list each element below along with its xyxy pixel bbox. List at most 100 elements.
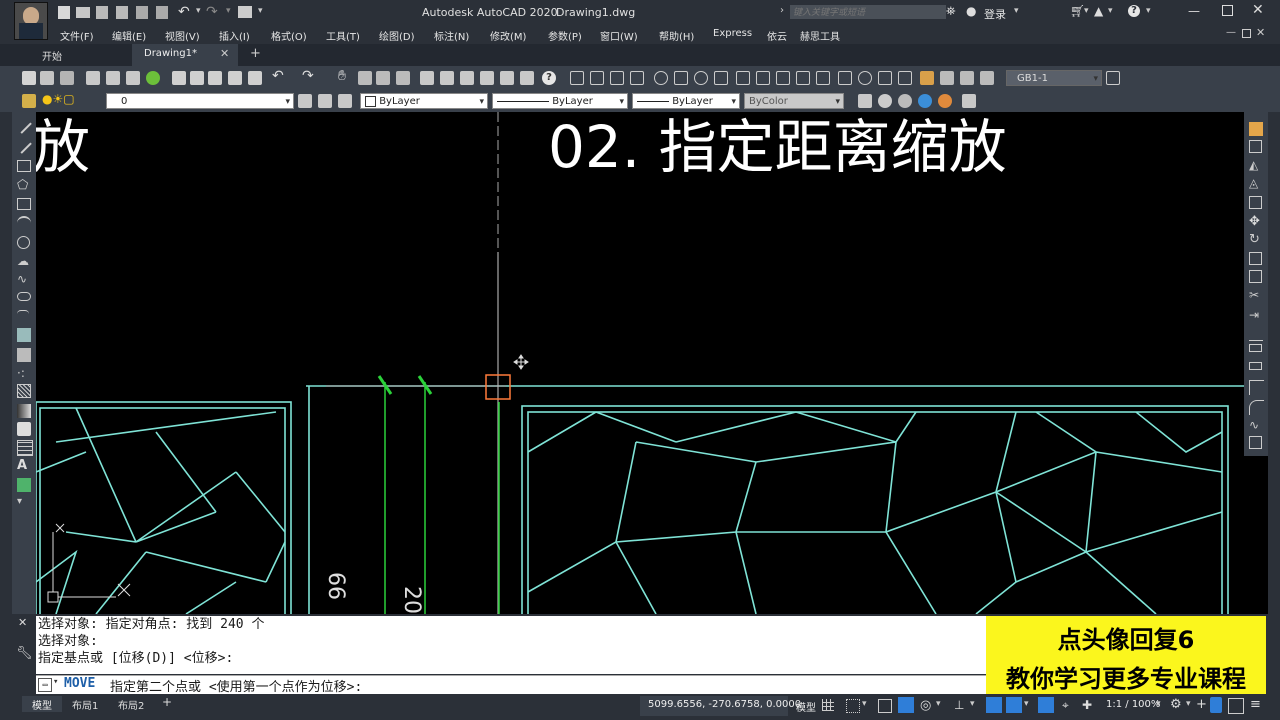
make-current-layer-icon[interactable] — [298, 94, 312, 108]
menu-tools[interactable]: 工具(T) — [326, 28, 360, 43]
trim-icon[interactable]: ✂︎ — [1249, 288, 1263, 302]
quick-dim-icon[interactable] — [736, 71, 750, 85]
dim-edit-icon[interactable] — [920, 71, 934, 85]
aligned-dim-icon[interactable] — [590, 71, 604, 85]
render-environment-icon[interactable] — [938, 94, 952, 108]
block-editor-icon[interactable] — [248, 71, 262, 85]
point-icon[interactable]: ·: — [17, 366, 31, 380]
customize-menu-icon[interactable]: ≡ — [1250, 697, 1261, 712]
spline-icon[interactable]: ∿ — [17, 272, 31, 286]
break-at-point-icon[interactable] — [1249, 326, 1263, 341]
mirror-icon[interactable]: ◭ — [1249, 158, 1263, 172]
tab-layout1[interactable]: 布局1 — [72, 697, 98, 712]
help-dropdown-icon[interactable]: ▾ — [1146, 6, 1151, 16]
multiline-text-icon[interactable]: A — [17, 458, 31, 473]
hardware-accel-icon[interactable] — [1210, 697, 1222, 713]
region-icon[interactable] — [17, 422, 31, 436]
exchange-icon[interactable]: ▲ — [1094, 4, 1103, 18]
infer-constraints-icon[interactable] — [878, 699, 892, 713]
lineweight-dropdown[interactable]: ByLayer — [632, 93, 740, 110]
export-icon[interactable] — [136, 6, 148, 19]
menu-yiyun[interactable]: 依云 — [767, 28, 787, 43]
doc-restore-icon[interactable] — [1242, 29, 1251, 38]
center-mark-icon[interactable] — [858, 71, 872, 85]
cut-icon[interactable] — [172, 71, 186, 85]
offset-icon[interactable]: ◬ — [1249, 176, 1263, 190]
plotstyle-dropdown[interactable]: ByColor — [744, 93, 844, 110]
lineweight-icon[interactable] — [1038, 697, 1054, 713]
polygon-icon[interactable]: ⬠ — [17, 178, 31, 193]
add-selected-icon[interactable] — [17, 478, 31, 492]
annotation-monitor-icon[interactable]: ✚ — [1082, 698, 1092, 712]
command-close-icon[interactable]: ✕ — [18, 616, 27, 629]
radius-dim-icon[interactable] — [654, 71, 668, 85]
command-prompt-icon[interactable]: ▭ — [38, 678, 52, 692]
menu-express[interactable]: Express — [713, 28, 752, 39]
materials-icon[interactable] — [878, 94, 892, 108]
linear-dim-icon[interactable] — [570, 71, 584, 85]
sphere-icon[interactable] — [918, 94, 932, 108]
angular-dim-icon[interactable] — [714, 71, 728, 85]
markup-icon[interactable] — [500, 71, 514, 85]
chamfer-icon[interactable] — [1249, 380, 1264, 395]
binoculars-icon[interactable]: ⛯ — [946, 4, 956, 19]
tab-model[interactable]: 模型 — [22, 696, 62, 712]
tab-close-icon[interactable]: ✕ — [220, 47, 229, 60]
undo-dropdown-icon[interactable]: ▾ — [196, 6, 201, 16]
lights-icon[interactable] — [898, 94, 912, 108]
help-icon[interactable]: ? — [1128, 5, 1140, 17]
extend-icon[interactable]: ⇥ — [1249, 308, 1263, 322]
publish-icon[interactable] — [126, 71, 140, 85]
tool-palettes-icon[interactable] — [460, 71, 474, 85]
break-icon[interactable] — [1249, 344, 1262, 352]
object-snap-icon[interactable] — [1006, 697, 1022, 713]
rectangle-icon[interactable] — [17, 198, 31, 210]
app-avatar[interactable] — [14, 2, 48, 40]
tab-drawing1[interactable]: Drawing1* ✕ — [132, 44, 238, 66]
paste-icon[interactable] — [208, 71, 222, 85]
login-dropdown-icon[interactable]: ▾ — [1014, 6, 1019, 16]
stretch-icon[interactable] — [1249, 270, 1262, 283]
scale-icon[interactable] — [1249, 252, 1262, 265]
menu-file[interactable]: 文件(F) — [60, 28, 94, 43]
menu-window[interactable]: 窗口(W) — [600, 28, 638, 43]
snap-dropdown-icon[interactable]: ▾ — [862, 699, 867, 709]
annotate-plus-icon[interactable]: + — [1196, 697, 1207, 712]
calculator-icon[interactable] — [520, 71, 534, 85]
render-window-icon[interactable] — [962, 94, 976, 108]
menu-format[interactable]: 格式(O) — [271, 28, 307, 43]
dim-style-icon[interactable] — [980, 71, 994, 85]
join-icon[interactable] — [1249, 362, 1262, 370]
redo-icon[interactable]: ↷ — [206, 4, 218, 20]
model-space-toggle[interactable]: 模型 — [796, 699, 816, 714]
line-tool-icon[interactable] — [16, 118, 32, 134]
polyline-icon[interactable] — [17, 160, 31, 172]
menu-help[interactable]: 帮助(H) — [659, 28, 694, 43]
annotation-scale-value[interactable]: 1:1 / 100% — [1106, 699, 1160, 710]
command-dropdown-icon[interactable]: ▾ — [53, 677, 58, 687]
restore-window-icon[interactable] — [1222, 5, 1233, 16]
save-file-icon[interactable] — [60, 71, 74, 85]
layer-state-icons[interactable]: ●☀▢ — [42, 92, 75, 106]
print-icon[interactable] — [238, 6, 252, 18]
tolerance-icon[interactable] — [838, 71, 852, 85]
transparency-icon[interactable]: ⌖ — [1062, 698, 1069, 713]
drawing-canvas[interactable]: 缩放 02. 指定距离缩放 66 20 — [36, 112, 1244, 614]
menu-edit[interactable]: 编辑(E) — [112, 28, 146, 43]
layer-dropdown[interactable]: 0 — [106, 93, 294, 110]
snap-icon[interactable] — [846, 699, 860, 713]
dim-style-manager-icon[interactable] — [1106, 71, 1120, 85]
search-input[interactable] — [790, 5, 946, 19]
layer-properties-icon[interactable] — [22, 94, 36, 108]
doc-close-icon[interactable]: ✕ — [1256, 26, 1265, 39]
open-file-icon[interactable] — [76, 7, 90, 18]
color-dropdown[interactable]: ByLayer — [360, 93, 488, 110]
scale-dropdown-icon[interactable]: ▾ — [1156, 699, 1161, 709]
explode-icon[interactable] — [1249, 436, 1262, 449]
ellipse-arc-icon[interactable] — [17, 310, 29, 318]
undo-icon[interactable]: ↶ — [178, 4, 190, 20]
pan-icon[interactable]: ✋︎ — [338, 68, 346, 84]
zoom-window-icon[interactable] — [376, 71, 390, 85]
qnew-icon[interactable] — [22, 71, 36, 85]
save-icon[interactable] — [96, 6, 108, 19]
